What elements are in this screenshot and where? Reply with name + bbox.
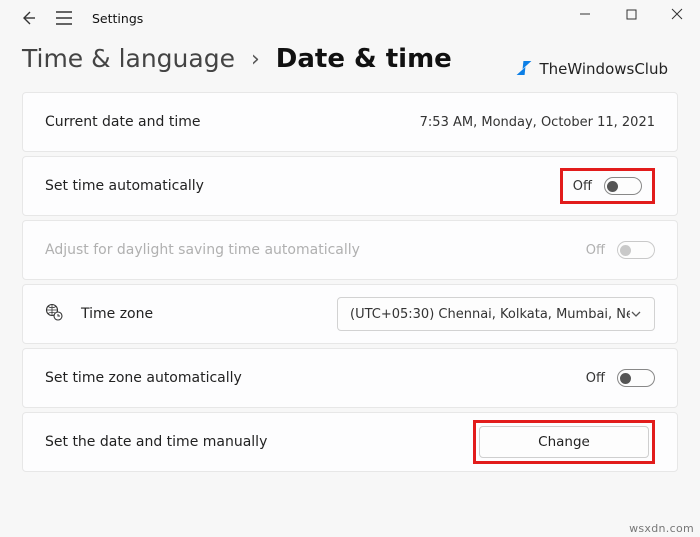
row-label: Current date and time — [45, 114, 200, 130]
set-tz-auto-toggle[interactable] — [617, 369, 655, 387]
row-set-manual: Set the date and time manually Change — [22, 412, 678, 472]
back-icon[interactable] — [20, 10, 36, 26]
breadcrumb-parent[interactable]: Time & language — [22, 44, 235, 73]
change-button[interactable]: Change — [479, 426, 649, 458]
row-label: Time zone — [81, 306, 153, 322]
dst-auto-toggle — [617, 241, 655, 259]
row-set-time-auto: Set time automatically Off — [22, 156, 678, 216]
row-label: Adjust for daylight saving time automati… — [45, 242, 360, 258]
maximize-button[interactable] — [608, 0, 654, 28]
toggle-state-label: Off — [586, 243, 605, 258]
current-datetime-value: 7:53 AM, Monday, October 11, 2021 — [420, 115, 655, 130]
page-title: Date & time — [276, 44, 452, 74]
row-label: Set the date and time manually — [45, 434, 267, 450]
site-watermark: TheWindowsClub — [517, 60, 668, 78]
row-dst-auto: Adjust for daylight saving time automati… — [22, 220, 678, 280]
set-time-auto-toggle[interactable] — [604, 177, 642, 195]
toggle-state-label: Off — [573, 179, 592, 194]
globe-clock-icon — [45, 303, 63, 325]
logo-icon — [517, 61, 533, 77]
window-title: Settings — [92, 11, 143, 26]
highlight-box: Off — [560, 168, 655, 204]
watermark-text: TheWindowsClub — [539, 60, 668, 78]
hamburger-icon[interactable] — [56, 11, 72, 25]
row-label: Set time zone automatically — [45, 370, 242, 386]
toggle-state-label: Off — [586, 371, 605, 386]
row-current-datetime: Current date and time 7:53 AM, Monday, O… — [22, 92, 678, 152]
minimize-button[interactable] — [562, 0, 608, 28]
row-set-tz-auto: Set time zone automatically Off — [22, 348, 678, 408]
corner-watermark: wsxdn.com — [629, 522, 694, 535]
row-label: Set time automatically — [45, 178, 204, 194]
window-controls — [562, 0, 700, 28]
chevron-right-icon: › — [251, 47, 260, 72]
timezone-dropdown[interactable]: (UTC+05:30) Chennai, Kolkata, Mumbai, Ne… — [337, 297, 655, 331]
titlebar: Settings — [0, 0, 700, 32]
chevron-down-icon — [630, 308, 642, 320]
dropdown-value: (UTC+05:30) Chennai, Kolkata, Mumbai, Ne… — [350, 307, 630, 322]
settings-list: Current date and time 7:53 AM, Monday, O… — [0, 78, 700, 472]
settings-window: Settings Time & language › Date & time T… — [0, 0, 700, 537]
close-button[interactable] — [654, 0, 700, 28]
highlight-box: Change — [473, 420, 655, 464]
row-timezone: Time zone (UTC+05:30) Chennai, Kolkata, … — [22, 284, 678, 344]
